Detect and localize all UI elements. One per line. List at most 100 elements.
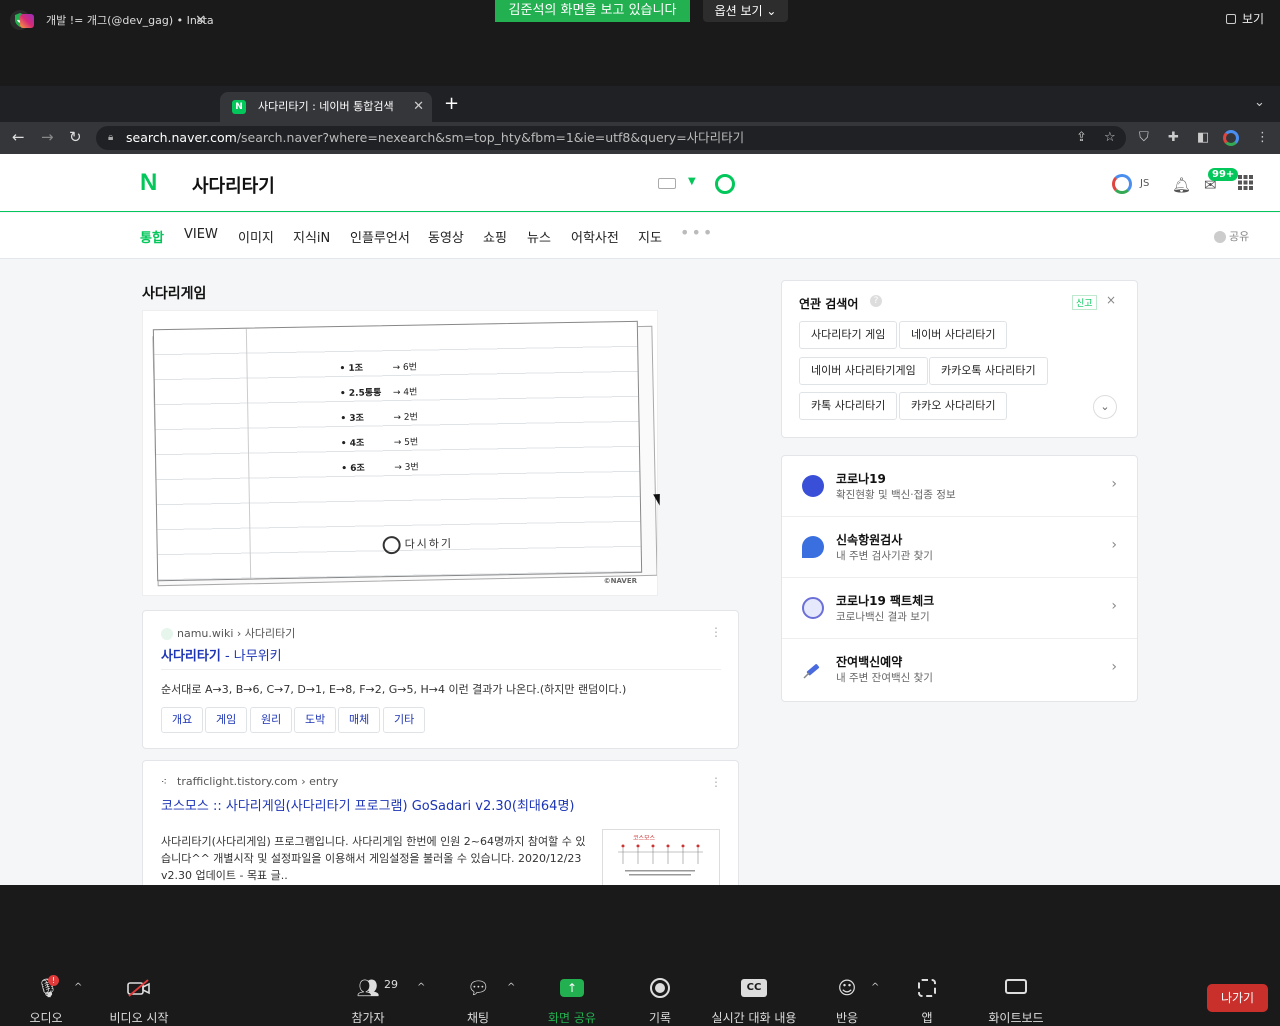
participants-button-label[interactable]: 참가자 xyxy=(346,1009,390,1026)
covid-item[interactable]: 신속항원검사 내 주변 검사기관 찾기 › xyxy=(782,517,1137,578)
section-chip[interactable]: 기타 xyxy=(383,707,426,733)
chat-icon[interactable]: 💬︎ xyxy=(467,978,490,999)
reaction-button-label[interactable]: 반응 xyxy=(829,1009,865,1026)
browser-tab-naver[interactable]: N 사다리타기 : 네이버 통합검색 ✕ xyxy=(220,92,432,122)
share-button[interactable]: 공유 xyxy=(1214,228,1249,244)
covid-item[interactable]: 코로나19 팩트체크 코로나백신 결과 보기 › xyxy=(782,578,1137,639)
help-icon[interactable]: ? xyxy=(870,295,882,307)
result-title-link[interactable]: 코스모스 :: 사다리게임(사다리타기 프로그램) GoSadari v2.30… xyxy=(161,795,574,814)
chat-caret-icon[interactable]: ^ xyxy=(507,982,515,993)
share-screen-button-label[interactable]: 화면 공유 xyxy=(542,1009,602,1026)
search-icon[interactable] xyxy=(715,174,735,194)
apps-icon[interactable] xyxy=(918,979,936,997)
keyboard-icon[interactable] xyxy=(658,178,676,189)
related-keyword[interactable]: 카카오톡 사다리타기 xyxy=(929,357,1048,385)
divider xyxy=(161,669,721,670)
participants-icon[interactable]: 👥︎ xyxy=(355,978,381,999)
audio-button-label[interactable]: 오디오 xyxy=(28,1009,64,1026)
new-tab-button[interactable]: + xyxy=(444,93,459,114)
url-bar[interactable]: 🔒︎ search.naver.com/search.naver?where=n… xyxy=(96,126,1126,150)
ladder-result: → 4번 xyxy=(392,387,418,399)
browser-menu-icon[interactable]: ⋮ xyxy=(1256,130,1269,145)
related-keyword[interactable]: 네이버 사다리타기 xyxy=(899,321,1008,349)
covid-item[interactable]: 잔여백신예약 내 주변 잔여백신 찾기 › xyxy=(782,639,1137,700)
result-source[interactable]: namu.wiki › 사다리타기 xyxy=(161,625,295,641)
result-thumbnail[interactable]: 코스모스 xyxy=(602,829,720,885)
section-chip[interactable]: 매체 xyxy=(338,707,381,733)
cc-icon[interactable]: CC xyxy=(741,979,767,997)
covid-item[interactable]: 코로나19 확진현황 및 백신·접종 정보 › xyxy=(782,456,1137,517)
autocomplete-toggle-icon[interactable]: ▼ xyxy=(688,176,696,187)
bookmark-star-icon[interactable]: ☆ xyxy=(1104,130,1116,145)
tab-view[interactable]: VIEW xyxy=(184,227,218,242)
bell-icon[interactable]: 🔔︎ xyxy=(1172,176,1191,194)
record-button-label[interactable]: 기록 xyxy=(642,1009,678,1026)
reaction-icon[interactable]: ☺ xyxy=(836,978,858,999)
leave-meeting-button[interactable]: 나가기 xyxy=(1207,984,1268,1012)
video-off-icon[interactable] xyxy=(127,978,151,1003)
side-panel-icon[interactable]: ◧ xyxy=(1197,130,1209,145)
user-initials[interactable]: JS xyxy=(1140,178,1149,189)
source-domain: trafficlight.tistory.com xyxy=(177,775,298,788)
tab-images[interactable]: 이미지 xyxy=(238,227,274,246)
section-chip[interactable]: 원리 xyxy=(250,707,293,733)
related-keyword[interactable]: 사다리타기 게임 xyxy=(799,321,898,349)
services-grid-icon[interactable] xyxy=(1238,175,1253,190)
audio-options-caret-icon[interactable]: ^ xyxy=(74,982,82,993)
whiteboard-button-label[interactable]: 화이트보드 xyxy=(980,1009,1052,1026)
extensions-puzzle-icon[interactable]: ✚ xyxy=(1168,130,1179,145)
view-button[interactable]: 보기 xyxy=(1242,8,1280,30)
more-options-icon[interactable]: ⋮ xyxy=(710,625,722,639)
record-icon[interactable] xyxy=(650,978,670,998)
close-tab-icon[interactable]: ✕ xyxy=(413,92,424,122)
forward-icon[interactable]: → xyxy=(41,128,54,146)
share-page-icon[interactable]: ⇪ xyxy=(1076,130,1087,145)
reaction-caret-icon[interactable]: ^ xyxy=(871,982,879,993)
profile-avatar-icon[interactable] xyxy=(1223,130,1239,146)
result-title-link[interactable]: 사다리타기 - 나무위키 xyxy=(161,645,282,664)
extension-shield-icon[interactable]: ⛉ xyxy=(1139,130,1149,145)
back-icon[interactable]: ← xyxy=(12,128,25,146)
browser-tab-bar xyxy=(0,86,1280,122)
share-icon xyxy=(1214,231,1226,243)
url-host: search.naver.com xyxy=(126,130,237,145)
close-tab-icon[interactable]: ✕ xyxy=(195,6,206,36)
close-icon[interactable]: × xyxy=(1106,293,1116,307)
start-video-button-label[interactable]: 비디오 시작 xyxy=(104,1009,174,1026)
tab-map[interactable]: 지도 xyxy=(638,227,662,246)
reload-icon[interactable]: ↻ xyxy=(69,128,82,146)
tab-video[interactable]: 동영상 xyxy=(428,227,464,246)
apps-button-label[interactable]: 앱 xyxy=(913,1009,941,1026)
tab-knowledge-in[interactable]: 지식iN xyxy=(293,227,330,246)
live-transcript-button-label[interactable]: 실시간 대화 내용 xyxy=(704,1009,804,1026)
result-description: 순서대로 A→3, B→6, C→7, D→1, E→8, F→2, G→5, … xyxy=(161,683,627,696)
participants-caret-icon[interactable]: ^ xyxy=(417,982,425,993)
tab-integrated[interactable]: 통합 xyxy=(140,227,164,246)
browser-tab-instagram[interactable]: 개발 != 개그(@dev_gag) • Instagram ✕ xyxy=(8,6,214,36)
share-screen-icon[interactable]: ↑ xyxy=(560,979,584,997)
related-keyword[interactable]: 카카오 사다리타기 xyxy=(899,392,1008,420)
tab-dictionary[interactable]: 어학사전 xyxy=(571,227,619,246)
result-source[interactable]: ⁖ trafficlight.tistory.com › entry xyxy=(161,775,338,788)
tab-search-icon[interactable]: ⌄ xyxy=(1254,95,1265,110)
related-keyword[interactable]: 네이버 사다리타기게임 xyxy=(799,357,928,385)
section-chip[interactable]: 게임 xyxy=(205,707,248,733)
more-options-icon[interactable]: ⋮ xyxy=(710,775,722,789)
naver-logo[interactable]: N xyxy=(140,171,162,195)
report-button[interactable]: 신고 xyxy=(1072,295,1097,310)
ladder-game-widget[interactable]: • 1조 → 6번 • 2.5통통 → 4번 • 3조 → 2번 • 4조 → … xyxy=(142,310,658,596)
more-tabs-button[interactable]: ••• xyxy=(680,223,714,242)
view-options-button[interactable]: 옵션 보기 ⌄ xyxy=(703,0,788,22)
expand-chevron-icon[interactable]: ⌄ xyxy=(1093,395,1117,419)
whiteboard-icon[interactable] xyxy=(1005,979,1027,994)
section-chip[interactable]: 도박 xyxy=(294,707,337,733)
related-keyword[interactable]: 카톡 사다리타기 xyxy=(799,392,898,420)
chat-button-label[interactable]: 채팅 xyxy=(462,1009,494,1026)
search-query-input[interactable]: 사다리타기 xyxy=(192,172,275,198)
tab-influencer[interactable]: 인플루언서 xyxy=(350,227,410,246)
tab-news[interactable]: 뉴스 xyxy=(527,227,551,246)
user-avatar[interactable] xyxy=(1112,174,1132,194)
section-chip[interactable]: 개요 xyxy=(161,707,204,733)
tab-shopping[interactable]: 쇼핑 xyxy=(483,227,507,246)
replay-button[interactable]: 다시하기 xyxy=(382,535,453,555)
